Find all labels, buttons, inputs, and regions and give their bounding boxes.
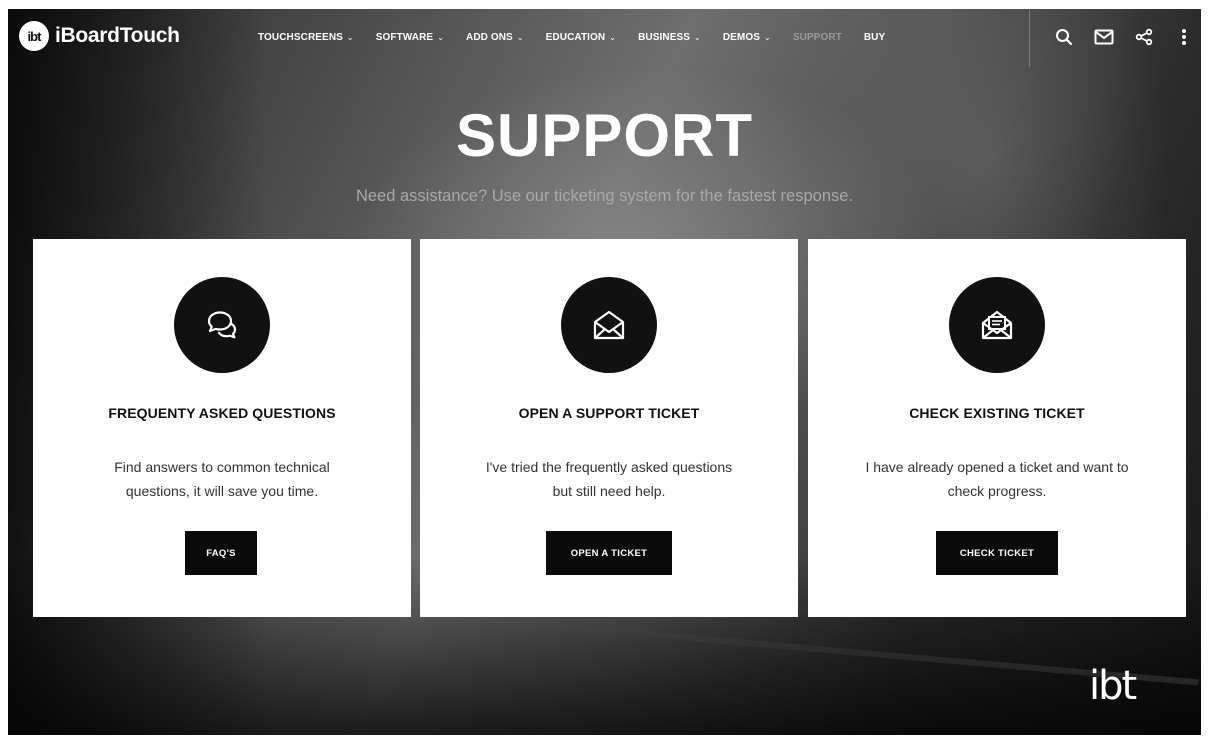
chevron-down-icon: ⌄ [516,33,524,42]
page-subtitle: Need assistance? Use our ticketing syste… [355,187,854,205]
faq-button[interactable]: FAQ'S [185,531,257,575]
nav-item-touchscreens[interactable]: TOUCHSCREENS ⌄ [258,32,354,43]
nav-label: SOFTWARE [375,32,434,43]
check-ticket-card: CHECK EXISTING TICKET I have already ope… [808,239,1186,617]
open-ticket-card: OPEN A SUPPORT TICKET I've tried the fre… [420,239,798,617]
nav-item-support[interactable]: SUPPORT [793,32,842,43]
site-logo[interactable]: ibt iBoardTouch [19,21,180,51]
nav-label: DEMOS [722,32,760,43]
header-divider [1029,9,1030,67]
nav-label: ADD ONS [466,32,513,43]
nav-label: BUSINESS [638,32,691,43]
nav-label: EDUCATION [545,32,606,43]
chevron-down-icon: ⌄ [609,33,617,42]
main-nav: TOUCHSCREENS ⌄ SOFTWARE ⌄ ADD ONS ⌄ EDUC… [258,32,907,43]
nav-item-software[interactable]: SOFTWARE ⌄ [376,32,444,43]
faq-card: FREQUENTY ASKED QUESTIONS Find answers t… [33,239,411,617]
card-description: I have already opened a ticket and want … [848,455,1146,503]
open-ticket-button[interactable]: OPEN A TICKET [546,531,672,575]
page-title: SUPPORT [455,102,754,169]
nav-label: SUPPORT [792,32,842,43]
card-description-line: but still need help. [552,483,666,499]
nav-item-add-ons[interactable]: ADD ONS ⌄ [466,32,524,43]
chevron-down-icon: ⌄ [764,33,771,42]
card-description-line: Find answers to common technical [114,459,330,475]
card-description-line: I have already opened a ticket and want … [865,459,1129,475]
nav-item-buy[interactable]: BUY [864,32,885,43]
page-frame: ibt iBoardTouch TOUCHSCREENS ⌄ SOFTWARE … [8,9,1201,735]
chevron-down-icon: ⌄ [694,33,701,42]
card-description: I've tried the frequently asked question… [460,455,758,503]
card-description-line: I've tried the frequently asked question… [485,459,733,475]
envelope-letter-icon [949,277,1045,373]
search-icon[interactable] [1054,27,1074,47]
card-title: FREQUENTY ASKED QUESTIONS [108,405,336,421]
chat-bubbles-icon [174,277,270,373]
nav-item-education[interactable]: EDUCATION ⌄ [546,32,616,43]
share-icon[interactable] [1134,27,1154,47]
header-actions [1054,27,1194,47]
card-title: CHECK EXISTING TICKET [909,405,1085,421]
logo-text: iBoardTouch [55,24,180,47]
check-ticket-button[interactable]: CHECK TICKET [936,531,1058,575]
nav-item-demos[interactable]: DEMOS ⌄ [723,32,771,43]
card-title: OPEN A SUPPORT TICKET [518,405,700,421]
logo-mark: ibt [19,21,49,51]
card-description-line: questions, it will save you time. [125,483,319,499]
corner-logo: ibt [1089,663,1137,709]
more-vertical-icon[interactable] [1174,27,1194,47]
site-header: ibt iBoardTouch TOUCHSCREENS ⌄ SOFTWARE … [8,9,1201,71]
chevron-down-icon: ⌄ [437,33,445,42]
card-description-line: check progress. [947,483,1047,499]
open-envelope-icon [561,277,657,373]
mail-icon[interactable] [1094,27,1114,47]
chevron-down-icon: ⌄ [346,33,354,42]
nav-label: TOUCHSCREENS [258,32,343,43]
card-description: Find answers to common technical questio… [73,455,371,503]
nav-item-business[interactable]: BUSINESS ⌄ [638,32,701,43]
nav-label: BUY [863,32,886,43]
